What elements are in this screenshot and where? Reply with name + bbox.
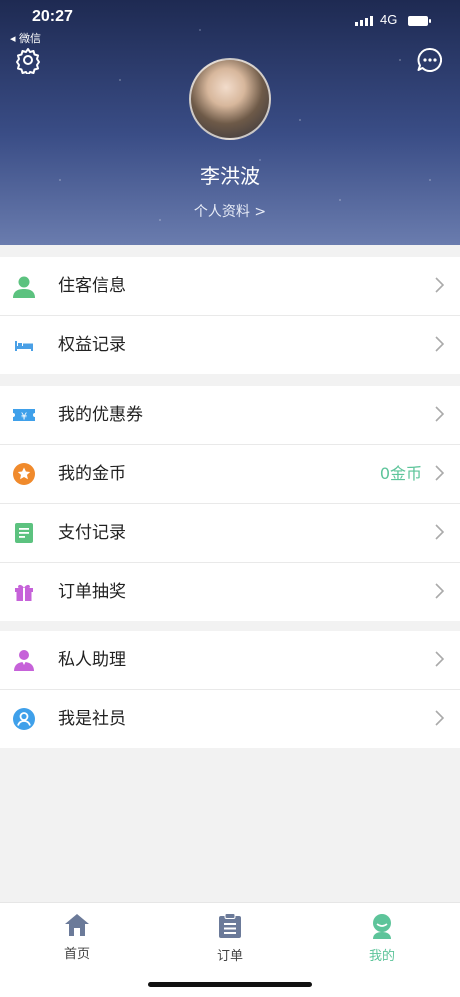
receipt-icon [15,523,33,543]
svg-text:¥: ¥ [21,412,27,423]
menu-item-order-lottery[interactable]: 订单抽奖 [0,563,460,621]
menu-group-service: 私人助理 我是社员 [0,631,460,748]
menu-item-label: 权益记录 [58,335,126,355]
home-indicator [148,982,312,987]
profile-info-link[interactable]: 个人资料 > [0,201,460,221]
menu-item-label: 订单抽奖 [58,582,126,602]
chevron-right-icon [435,277,444,293]
chevron-right-icon [435,406,444,422]
message-bubble-icon[interactable] [416,46,444,74]
tab-label: 订单 [216,949,243,964]
chevron-right-icon [435,651,444,667]
back-to-app-link[interactable]: ◂ 微信 [10,30,41,46]
menu-item-payment-records[interactable]: 支付记录 [0,504,460,563]
star-coin-icon [13,463,35,485]
assistant-icon [14,650,34,671]
menu-item-label: 住客信息 [58,276,126,296]
status-time: 20:27 [32,8,73,25]
signal-icon [355,16,373,26]
chevron-right-icon [435,465,444,481]
tab-mine[interactable]: 我的 [352,913,412,964]
menu-item-gold-coins[interactable]: 我的金币 0金币 [0,445,460,504]
tab-label: 首页 [63,947,90,962]
status-bar: 20:27 ◂ 微信 4G [0,0,460,48]
avatar[interactable] [189,58,271,140]
tab-home[interactable]: 首页 [47,913,107,962]
tab-orders[interactable]: 订单 [200,913,260,964]
menu-item-personal-assistant[interactable]: 私人助理 [0,631,460,690]
chevron-right-icon [435,336,444,352]
menu-item-member[interactable]: 我是社员 [0,690,460,748]
menu-group-wallet: ¥ 我的优惠券 我的金币 0金币 支付记录 订单抽奖 [0,386,460,621]
menu-item-coupons[interactable]: ¥ 我的优惠券 [0,386,460,445]
bed-icon [15,341,33,351]
user-name: 李洪波 [200,164,260,188]
coupon-icon: ¥ [13,409,35,423]
menu-item-label: 我的金币 [58,464,126,484]
battery-icon [408,16,431,26]
chevron-right-icon [435,583,444,599]
menu-item-label: 我的优惠券 [58,405,143,425]
menu-group-guest: 住客信息 权益记录 [0,257,460,374]
menu-item-guest-info[interactable]: 住客信息 [0,257,460,316]
clipboard-icon [219,913,241,938]
tab-label: 我的 [368,949,395,964]
settings-gear-icon[interactable] [14,46,42,74]
chevron-right-icon [435,710,444,726]
menu-item-label: 私人助理 [58,650,126,670]
home-icon [65,914,89,936]
profile-header: 20:27 ◂ 微信 4G 李洪波 个人资料 > [0,0,460,245]
person-icon [13,276,35,298]
menu-item-label: 我是社员 [58,709,126,729]
gold-coin-balance: 0金币 [379,464,422,483]
profile-active-icon [373,914,391,939]
member-icon [13,708,35,730]
gift-icon [15,584,33,601]
network-type: 4G [380,12,398,27]
chevron-right-icon [435,524,444,540]
menu-item-label: 支付记录 [58,523,126,543]
menu-item-benefit-records[interactable]: 权益记录 [0,316,460,374]
